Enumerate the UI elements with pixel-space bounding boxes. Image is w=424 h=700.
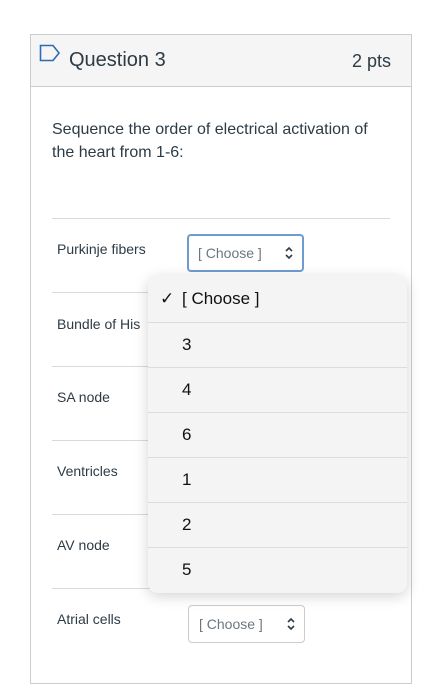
- dropdown-option-4[interactable]: 4: [148, 367, 407, 412]
- option-label: 6: [182, 425, 192, 444]
- option-label: 5: [182, 560, 192, 579]
- question-title: Question 3: [69, 49, 166, 71]
- select-value: [ Choose ]: [199, 616, 263, 632]
- question-points: 2 pts: [351, 51, 391, 71]
- question-text: Sequence the order of electrical activat…: [52, 121, 368, 161]
- row-label-bundle-of-his: Bundle of His: [57, 316, 141, 332]
- up-down-chevron-icon: [287, 617, 295, 631]
- up-down-chevron-icon: [285, 246, 293, 260]
- option-label: 3: [182, 335, 192, 354]
- dropdown-option-1[interactable]: 1: [148, 457, 407, 502]
- select-purkinje-fibers[interactable]: [ Choose ]: [187, 234, 304, 272]
- row-label-purkinje-fibers: Purkinje fibers: [57, 241, 146, 257]
- dropdown-option-6[interactable]: 6: [148, 412, 407, 457]
- flag-icon[interactable]: [39, 44, 61, 62]
- row-label-sa-node: SA node: [57, 389, 110, 405]
- row-label-av-node: AV node: [57, 537, 110, 553]
- dropdown-option-choose[interactable]: ✓ [ Choose ]: [148, 276, 407, 322]
- select-atrial-cells[interactable]: [ Choose ]: [188, 605, 305, 643]
- dropdown-option-5[interactable]: 5: [148, 547, 407, 592]
- select-value: [ Choose ]: [198, 245, 262, 261]
- row-divider: [52, 218, 390, 219]
- option-label: 1: [182, 470, 192, 489]
- option-label: [ Choose ]: [182, 289, 260, 308]
- check-icon: ✓: [160, 289, 175, 308]
- option-label: 4: [182, 380, 192, 399]
- row-label-atrial-cells: Atrial cells: [57, 611, 121, 627]
- dropdown-menu: ✓ [ Choose ] 3 4 6 1 2 5: [148, 276, 407, 593]
- dropdown-option-3[interactable]: 3: [148, 322, 407, 367]
- option-label: 2: [182, 515, 192, 534]
- question-header: Question 3 2 pts: [31, 35, 411, 87]
- row-label-ventricles: Ventricles: [57, 463, 118, 479]
- dropdown-option-2[interactable]: 2: [148, 502, 407, 547]
